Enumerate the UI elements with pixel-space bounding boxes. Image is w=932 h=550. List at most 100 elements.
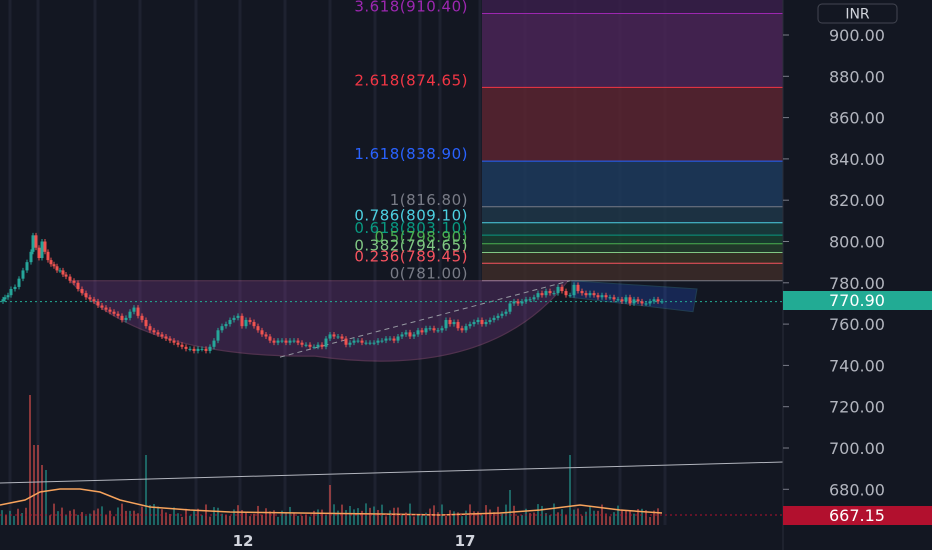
chart-canvas[interactable]: 3.618(910.40) 2.618(874.65) 1.618(838.90) 1… <box>0 0 932 550</box>
volume-bar-414 <box>413 516 415 525</box>
candle-body-58 <box>212 340 216 347</box>
candle-body-85 <box>320 344 324 347</box>
fib-zone-0 <box>482 13 783 88</box>
candle-body-101 <box>384 338 388 341</box>
currency-badge[interactable]: INR <box>817 3 898 24</box>
volume-bar-226 <box>225 514 227 525</box>
candle-body-157 <box>608 297 612 299</box>
volume-bar-362 <box>361 510 363 525</box>
fib-label-8: 0.236(789.45) <box>354 247 468 265</box>
volume-bar-42 <box>41 465 43 525</box>
volume-bar-538 <box>537 504 539 525</box>
candle-body-40 <box>140 315 144 320</box>
candle-body-25 <box>80 288 84 294</box>
fib-label-0: 3.618(910.40) <box>354 0 468 16</box>
volume-bar-158 <box>157 506 159 525</box>
volume-bar-586 <box>585 511 587 525</box>
candle-body-69 <box>256 326 260 331</box>
candle-body-155 <box>600 295 604 298</box>
candle-body-51 <box>184 346 188 349</box>
volume-bar-490 <box>489 509 491 525</box>
volume-bar-138 <box>137 513 139 525</box>
volume-bar-178 <box>177 513 179 525</box>
volume-bar-94 <box>93 510 95 525</box>
candle-body-87 <box>328 334 332 339</box>
price-tick-11: 680.00 <box>829 480 885 499</box>
indicator-value-tag: 667.15 <box>783 506 932 525</box>
candle-body-92 <box>348 342 352 345</box>
volume-bar-266 <box>265 508 267 525</box>
volume-bar-510 <box>509 490 511 525</box>
candle-body-129 <box>496 315 500 318</box>
candle-body-21 <box>64 274 68 277</box>
candle-body-42 <box>148 326 152 331</box>
candle-body-12 <box>37 247 41 259</box>
volume-bar-402 <box>401 514 403 525</box>
volume-bar-354 <box>353 509 355 525</box>
fib-zone-4 <box>482 222 783 236</box>
candle-body-165 <box>640 301 644 304</box>
fib-label-1: 2.618(874.65) <box>354 71 468 89</box>
price-tick-9: 720.00 <box>829 398 885 417</box>
volume-bar-30 <box>29 395 31 525</box>
candle-body-61 <box>224 324 228 327</box>
volume-bar-190 <box>189 515 191 525</box>
candle-body-163 <box>632 299 636 304</box>
fib-extension-zones[interactable] <box>482 0 783 282</box>
volume-bar-306 <box>305 514 307 525</box>
volume-bar-578 <box>577 508 579 525</box>
candle-body-71 <box>264 334 268 337</box>
volume-bar-70 <box>69 510 71 525</box>
price-tick-8: 740.00 <box>829 356 885 375</box>
candle-body-41 <box>144 319 148 327</box>
price-tick-2: 860.00 <box>829 109 885 128</box>
candle-body-167 <box>648 301 652 304</box>
candle-body-148 <box>572 284 576 296</box>
candle-body-74 <box>276 340 280 343</box>
candle-body-162 <box>628 297 632 304</box>
indicator-value-label: 667.15 <box>829 506 885 525</box>
price-tick-0: 900.00 <box>829 26 885 45</box>
volume-bar-254 <box>253 513 255 525</box>
candle-body-26 <box>84 293 88 298</box>
candle-body-33 <box>112 311 116 314</box>
volume-bar-626 <box>625 510 627 525</box>
candle-body-54 <box>196 348 200 351</box>
volume-bar-610 <box>609 516 611 525</box>
volume-bar-418 <box>417 514 419 525</box>
candle-body-63 <box>232 317 236 320</box>
candle-body-46 <box>164 336 168 339</box>
candle-body-170 <box>660 301 664 303</box>
volume-bar-102 <box>101 506 103 525</box>
volume-bar-78 <box>77 514 79 525</box>
volume-bar-142 <box>141 506 143 525</box>
volume-bar-162 <box>161 509 163 525</box>
volume-bar-594 <box>593 510 595 525</box>
price-tick-4: 820.00 <box>829 191 885 210</box>
volume-bar-446 <box>445 515 447 525</box>
candle-body-48 <box>172 340 176 343</box>
candle-body-19 <box>58 270 62 272</box>
volume-bar-634 <box>633 513 635 525</box>
volume-bar-386 <box>385 516 387 525</box>
volume-bar-498 <box>497 506 499 525</box>
volume-bar-334 <box>333 504 335 525</box>
volume-bar-534 <box>533 512 535 525</box>
volume-bar-514 <box>513 505 515 525</box>
candle-body-67 <box>248 319 252 323</box>
volume-bar-622 <box>621 509 623 525</box>
candle-body-17 <box>52 264 56 267</box>
candle-body-83 <box>312 346 316 348</box>
candle-body-60 <box>220 326 224 331</box>
candle-body-154 <box>596 295 600 298</box>
volume-bar-34 <box>33 445 35 525</box>
candle-body-161 <box>624 297 628 302</box>
volume-bar-450 <box>449 510 451 525</box>
candle-body-143 <box>552 293 556 295</box>
candle-body-2 <box>3 297 7 300</box>
candle-body-38 <box>132 307 136 312</box>
candle-body-166 <box>644 303 648 305</box>
candle-body-73 <box>272 340 276 343</box>
candle-body-15 <box>46 251 50 261</box>
candle-body-141 <box>544 291 548 296</box>
